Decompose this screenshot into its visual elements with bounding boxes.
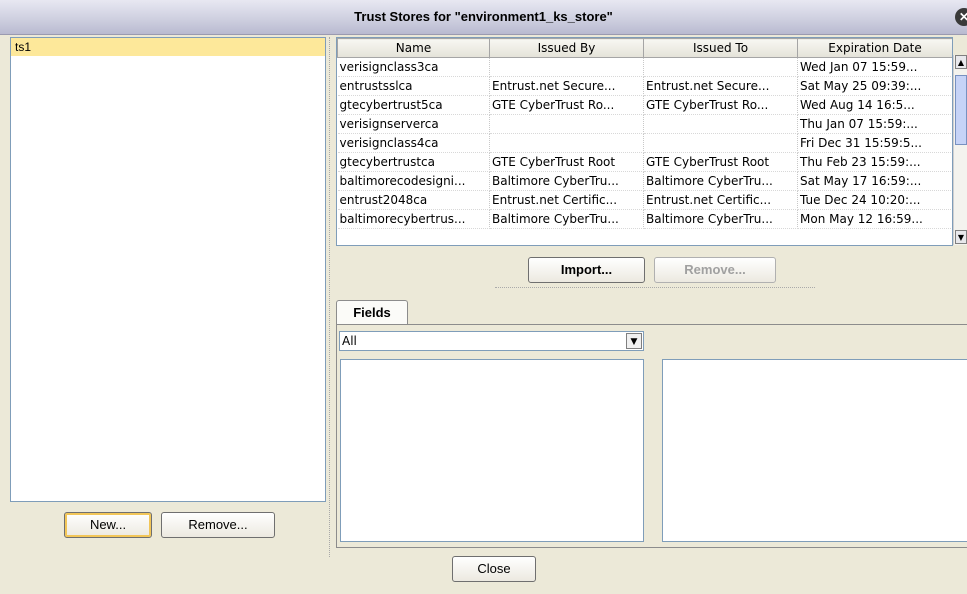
cell-issued-to: Entrust.net Certific... [643, 190, 798, 210]
cell-issued-by: GTE CyberTrust Root [489, 152, 644, 172]
cell-name: verisignclass3ca [337, 57, 490, 77]
dialog-title: Trust Stores for "environment1_ks_store" [354, 9, 613, 24]
cell-expiration-date: Wed Aug 14 16:5... [797, 95, 952, 115]
tab-fields[interactable]: Fields [336, 300, 408, 325]
cell-name: gtecybertrust5ca [337, 95, 490, 115]
cell-expiration-date: Tue Dec 24 10:20:... [797, 190, 952, 210]
table-vertical-scrollbar[interactable]: ▲ ▼ [953, 55, 967, 245]
splitter-handle[interactable] [329, 37, 330, 557]
trust-store-list[interactable]: ts1 [10, 37, 326, 502]
dialog-title-bar: Trust Stores for "environment1_ks_store"… [0, 0, 967, 35]
column-header-issued-by[interactable]: Issued By [489, 38, 644, 58]
cell-expiration-date: Sat May 25 09:39:... [797, 76, 952, 96]
cell-issued-by: Entrust.net Certific... [489, 190, 644, 210]
cell-issued-by [489, 114, 644, 134]
column-header-issued-to[interactable]: Issued To [643, 38, 798, 58]
trust-store-item[interactable]: ts1 [11, 38, 325, 56]
cell-issued-by: Baltimore CyberTru... [489, 171, 644, 191]
fields-filter-select[interactable]: All ▼ [339, 331, 644, 351]
cell-issued-by [489, 133, 644, 153]
cell-expiration-date: Mon May 12 16:59... [797, 209, 952, 229]
new-store-button[interactable]: New... [64, 512, 152, 538]
cell-issued-by: GTE CyberTrust Ro... [489, 95, 644, 115]
trust-stores-dialog: Trust Stores for "environment1_ks_store"… [0, 0, 967, 594]
cell-issued-to [643, 114, 798, 134]
cell-issued-to [643, 133, 798, 153]
table-row[interactable]: baltimorecybertrus... Baltimore CyberTru.… [337, 209, 952, 229]
cell-name: baltimorecodesigni... [337, 171, 490, 191]
cell-expiration-date: Thu Feb 23 15:59:... [797, 152, 952, 172]
table-row[interactable]: verisignserverca Thu Jan 07 15:59:... [337, 114, 952, 134]
cell-issued-by [489, 57, 644, 77]
cell-issued-to: GTE CyberTrust Ro... [643, 95, 798, 115]
chevron-down-icon[interactable]: ▼ [626, 333, 642, 349]
cell-expiration-date: Sat May 17 16:59:... [797, 171, 952, 191]
close-icon[interactable]: ✕ [955, 8, 967, 26]
cell-issued-to: Baltimore CyberTru... [643, 171, 798, 191]
table-row[interactable]: gtecybertrust5ca GTE CyberTrust Ro... GTE … [337, 95, 952, 115]
cell-expiration-date: Wed Jan 07 15:59... [797, 57, 952, 77]
cell-issued-by: Entrust.net Secure... [489, 76, 644, 96]
pane-divider[interactable] [495, 287, 815, 288]
cell-expiration-date: Thu Jan 07 15:59:... [797, 114, 952, 134]
cell-issued-to: GTE CyberTrust Root [643, 152, 798, 172]
table-row[interactable]: verisignclass4ca Fri Dec 31 15:59:5... [337, 133, 952, 153]
scroll-down-arrow-icon[interactable]: ▼ [955, 230, 967, 244]
field-value-area[interactable] [662, 359, 967, 542]
table-row[interactable]: verisignclass3ca Wed Jan 07 15:59... [337, 57, 952, 77]
column-header-expiration-date[interactable]: Expiration Date [797, 38, 952, 58]
cell-name: verisignclass4ca [337, 133, 490, 153]
table-row[interactable]: baltimorecodesigni... Baltimore CyberTru.… [337, 171, 952, 191]
cell-issued-to: Baltimore CyberTru... [643, 209, 798, 229]
column-header-name[interactable]: Name [337, 38, 490, 58]
cell-issued-to: Entrust.net Secure... [643, 76, 798, 96]
cell-issued-to [643, 57, 798, 77]
fields-filter-value: All [342, 334, 357, 348]
cell-name: entrust2048ca [337, 190, 490, 210]
cell-expiration-date: Fri Dec 31 15:59:5... [797, 133, 952, 153]
import-button[interactable]: Import... [528, 257, 645, 283]
fields-list[interactable] [340, 359, 644, 542]
remove-store-button[interactable]: Remove... [161, 512, 275, 538]
table-row[interactable]: entrustsslca Entrust.net Secure... Entrust… [337, 76, 952, 96]
cell-name: baltimorecybertrus... [337, 209, 490, 229]
cell-name: gtecybertrustca [337, 152, 490, 172]
table-row[interactable]: gtecybertrustca GTE CyberTrust Root GTE Cy… [337, 152, 952, 172]
certificate-table: Name Issued By Issued To Expiration Date… [336, 37, 953, 246]
cell-issued-by: Baltimore CyberTru... [489, 209, 644, 229]
scroll-up-arrow-icon[interactable]: ▲ [955, 55, 967, 69]
cell-name: entrustsslca [337, 76, 490, 96]
cell-name: verisignserverca [337, 114, 490, 134]
close-button[interactable]: Close [452, 556, 536, 582]
table-row[interactable]: entrust2048ca Entrust.net Certific... Entr… [337, 190, 952, 210]
remove-certificate-button[interactable]: Remove... [654, 257, 776, 283]
scrollbar-thumb[interactable] [955, 75, 967, 145]
